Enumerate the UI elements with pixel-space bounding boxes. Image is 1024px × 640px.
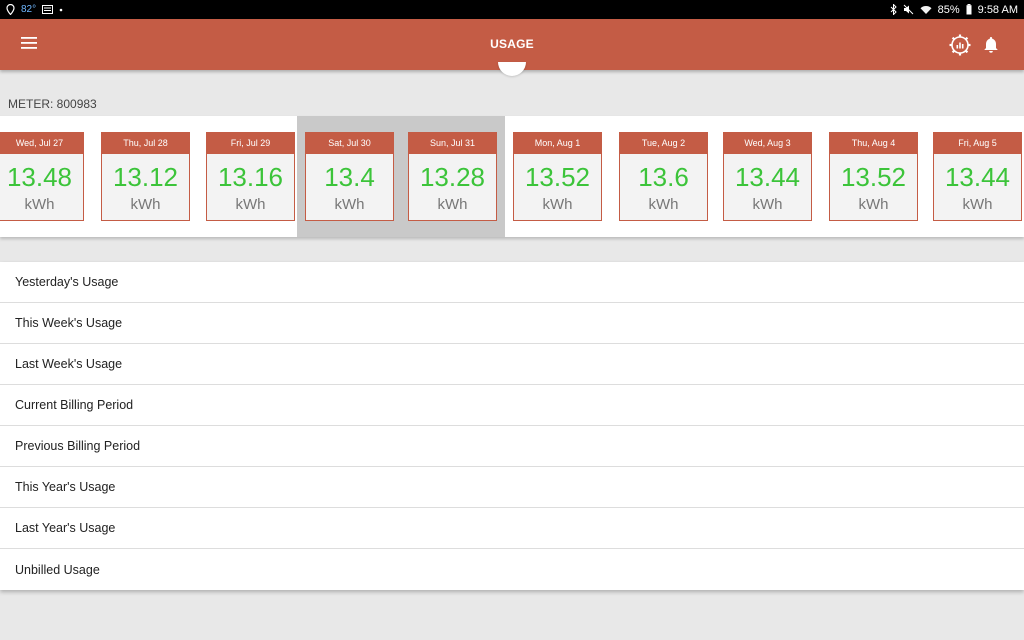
day-card[interactable]: Wed, Aug 3 13.44 kWh (723, 132, 812, 221)
temperature-text: 82° (21, 4, 37, 15)
day-card[interactable]: Mon, Aug 1 13.52 kWh (513, 132, 602, 221)
day-card[interactable]: Sun, Jul 31 13.28 kWh (408, 132, 497, 221)
day-card-date: Wed, Aug 3 (724, 133, 811, 154)
day-card[interactable]: Tue, Aug 2 13.6 kWh (619, 132, 708, 221)
day-card-date: Mon, Aug 1 (514, 133, 601, 154)
list-item-previous-billing-period[interactable]: Previous Billing Period (0, 426, 1024, 467)
day-card-unit: kWh (858, 196, 889, 213)
bell-icon (980, 37, 1002, 60)
location-icon (6, 4, 15, 15)
wifi-icon (920, 5, 932, 15)
mute-icon (903, 4, 914, 15)
day-card-date: Fri, Aug 5 (934, 133, 1021, 154)
day-card-value: 13.44 (944, 162, 1011, 192)
usage-options-list: Yesterday's Usage This Week's Usage Last… (0, 262, 1024, 590)
day-card-value: 13.44 (734, 162, 801, 192)
list-item-unbilled-usage[interactable]: Unbilled Usage (0, 549, 1024, 590)
day-card-unit: kWh (334, 196, 365, 213)
day-card-unit: kWh (235, 196, 266, 213)
day-card-unit: kWh (648, 196, 679, 213)
list-item-this-year-usage[interactable]: This Year's Usage (0, 467, 1024, 508)
clock-text: 9:58 AM (977, 3, 1018, 16)
day-card-unit: kWh (24, 196, 55, 213)
settings-button[interactable] (948, 33, 972, 57)
status-bar-left: 82° (6, 4, 63, 15)
day-card-value: 13.6 (638, 162, 689, 192)
day-card-unit: kWh (437, 196, 468, 213)
day-card-unit: kWh (962, 196, 993, 213)
bluetooth-icon (890, 4, 897, 15)
day-card[interactable]: Fri, Aug 5 13.44 kWh (933, 132, 1022, 221)
status-bar: 82° 85% 9:58 AM (0, 0, 1024, 19)
day-card-date: Thu, Aug 4 (830, 133, 917, 154)
dot-icon (59, 8, 63, 12)
daily-usage-strip[interactable]: Wed, Jul 27 13.48 kWh Thu, Jul 28 13.12 … (0, 116, 1024, 237)
list-item-current-billing-period[interactable]: Current Billing Period (0, 385, 1024, 426)
status-bar-right: 85% 9:58 AM (890, 4, 1018, 16)
battery-percent: 85% (937, 3, 960, 16)
day-card-value: 13.4 (324, 162, 375, 192)
day-card-value: 13.52 (524, 162, 591, 192)
day-card[interactable]: Sat, Jul 30 13.4 kWh (305, 132, 394, 221)
day-card-value: 13.48 (6, 162, 73, 192)
day-card-unit: kWh (130, 196, 161, 213)
day-card-value: 13.52 (840, 162, 907, 192)
day-card-unit: kWh (752, 196, 783, 213)
day-card[interactable]: Fri, Jul 29 13.16 kWh (206, 132, 295, 221)
screen-icon (42, 5, 54, 14)
day-card-date: Fri, Jul 29 (207, 133, 294, 154)
battery-icon (966, 4, 972, 15)
meter-label: METER: 800983 (8, 97, 97, 111)
list-item-this-week-usage[interactable]: This Week's Usage (0, 303, 1024, 344)
day-card[interactable]: Thu, Jul 28 13.12 kWh (101, 132, 190, 221)
day-card-value: 13.28 (419, 162, 486, 192)
day-card-value: 13.16 (217, 162, 284, 192)
day-card-date: Tue, Aug 2 (620, 133, 707, 154)
list-item-last-year-usage[interactable]: Last Year's Usage (0, 508, 1024, 549)
notifications-button[interactable] (980, 34, 1002, 56)
day-card[interactable]: Thu, Aug 4 13.52 kWh (829, 132, 918, 221)
gear-chart-icon (948, 34, 972, 61)
list-item-yesterday-usage[interactable]: Yesterday's Usage (0, 262, 1024, 303)
day-card-date: Wed, Jul 27 (0, 133, 83, 154)
day-card-unit: kWh (542, 196, 573, 213)
day-card-date: Thu, Jul 28 (102, 133, 189, 154)
day-card[interactable]: Wed, Jul 27 13.48 kWh (0, 132, 84, 221)
day-card-value: 13.12 (112, 162, 179, 192)
pull-handle[interactable] (498, 62, 526, 76)
day-card-date: Sun, Jul 31 (409, 133, 496, 154)
day-card-date: Sat, Jul 30 (306, 133, 393, 154)
list-item-last-week-usage[interactable]: Last Week's Usage (0, 344, 1024, 385)
